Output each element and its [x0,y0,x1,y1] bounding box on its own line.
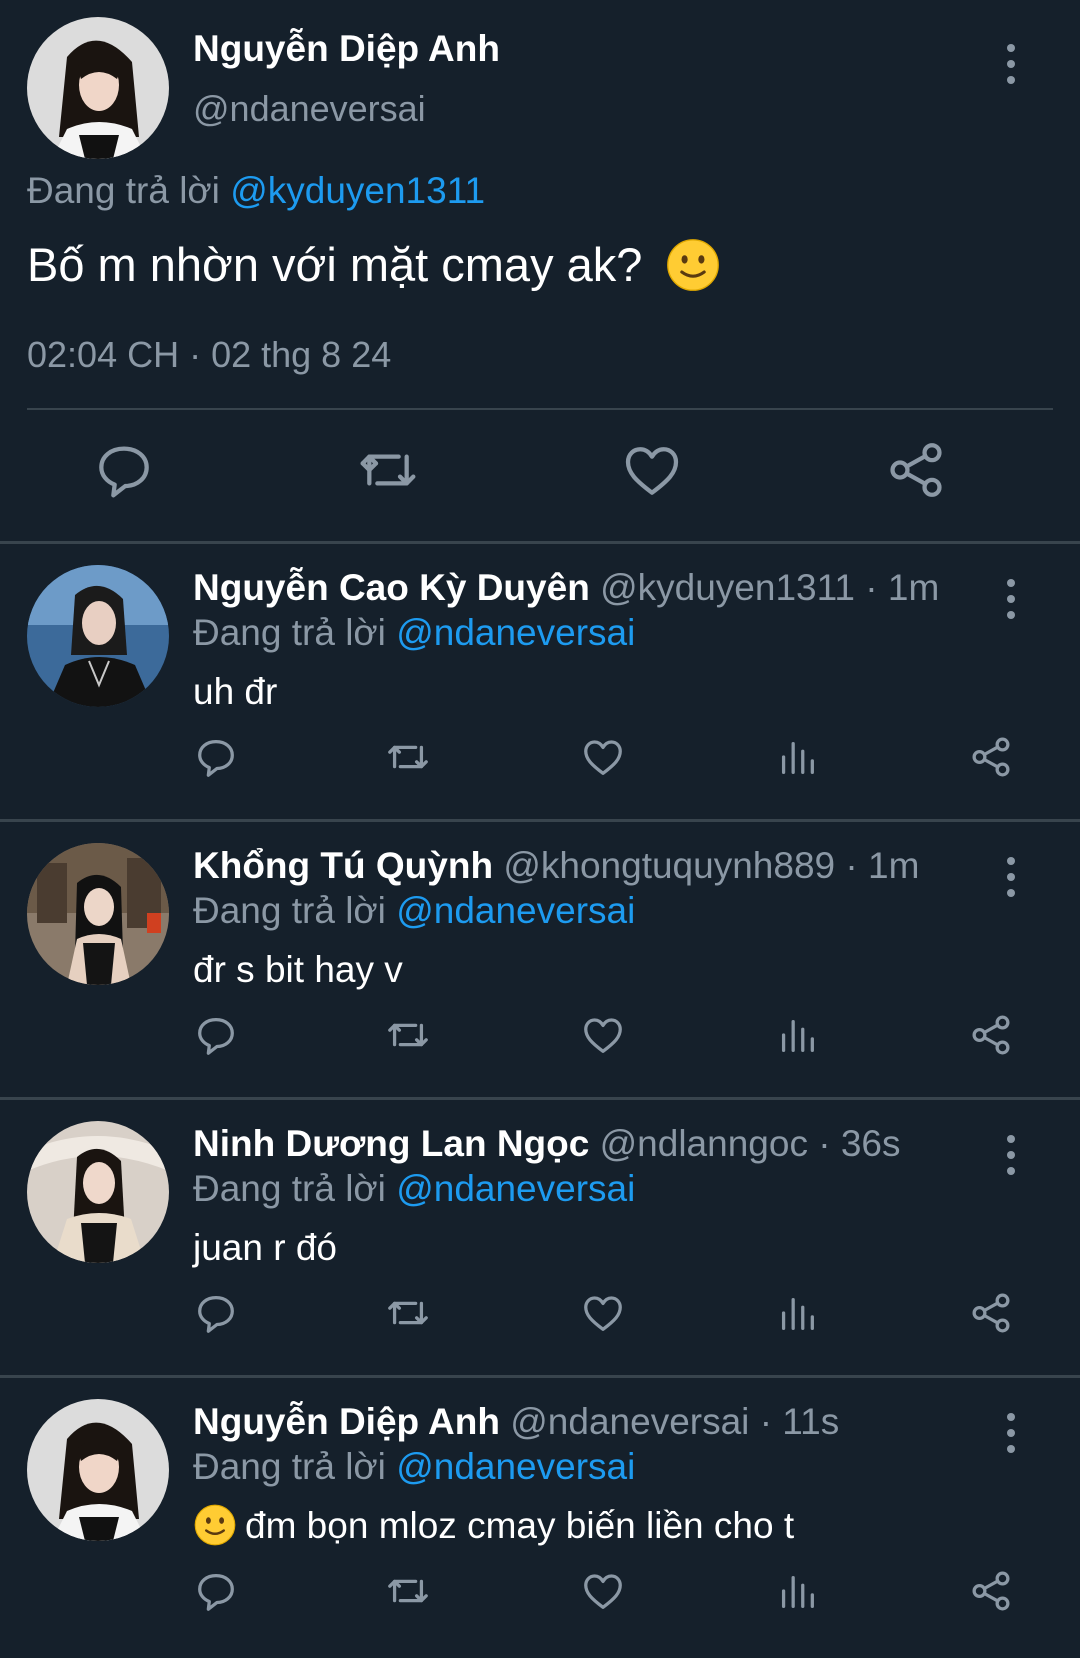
reply-icon[interactable] [193,1568,239,1614]
share-icon[interactable] [968,1012,1014,1058]
reply-actions [0,1290,1080,1350]
replying-to: Đang trả lời @ndaneversai [193,1446,635,1488]
reply-icon[interactable] [193,734,239,780]
author-name[interactable]: Khổng Tú Quỳnh [193,845,493,886]
reply-text: đm bọn mloz cmay biến liền cho t [193,1504,795,1547]
more-options-icon[interactable] [1005,1413,1017,1453]
replying-prefix: Đang trả lời [27,170,220,211]
author-handle[interactable]: @ndaneversai [510,1401,749,1442]
more-options-icon[interactable] [1005,44,1017,84]
reply-text: uh đr [193,671,278,712]
reply-text-content: đm bọn mloz cmay biến liền cho t [245,1505,795,1546]
retweet-icon[interactable] [356,438,420,502]
views-icon[interactable] [774,734,820,780]
views-icon[interactable] [774,1290,820,1336]
reply-time[interactable]: · 1m [865,567,939,608]
reply-actions [0,1568,1080,1628]
replying-prefix: Đang trả lời [193,1168,386,1209]
slightly-smiling-face-icon [194,1504,236,1546]
like-icon[interactable] [620,438,684,502]
slightly-smiling-face-icon [667,238,720,291]
reply-icon[interactable] [92,438,156,502]
views-icon[interactable] [774,1012,820,1058]
share-icon[interactable] [968,1290,1014,1336]
replying-to-mention[interactable]: @kyduyen1311 [230,170,485,211]
avatar[interactable] [27,1121,169,1263]
more-options-icon[interactable] [1005,857,1017,897]
replying-to-mention[interactable]: @ndaneversai [396,1168,635,1209]
reply-tweet[interactable]: Nguyễn Diệp Anh @ndaneversai · 11s Đang … [0,1378,1080,1653]
more-options-icon[interactable] [1005,579,1017,619]
reply-icon[interactable] [193,1290,239,1336]
divider [27,408,1053,410]
retweet-icon[interactable] [385,734,431,780]
replying-to: Đang trả lời @ndaneversai [193,890,635,932]
tweet-timestamp[interactable]: 02:04 CH · 02 thg 8 24 [27,334,391,376]
reply-header: Ninh Dương Lan Ngọc @ndlanngoc · 36s [193,1123,901,1165]
reply-time[interactable]: · 11s [760,1401,840,1442]
like-icon[interactable] [580,734,626,780]
author-handle[interactable]: @khongtuquynh889 [503,845,835,886]
replying-to: Đang trả lời @kyduyen1311 [27,170,485,212]
more-options-icon[interactable] [1005,1135,1017,1175]
author-handle[interactable]: @ndaneversai [193,88,426,130]
replying-prefix: Đang trả lời [193,890,386,931]
like-icon[interactable] [580,1568,626,1614]
share-icon[interactable] [884,438,948,502]
like-icon[interactable] [580,1012,626,1058]
tweet-text: Bố m nhờn với mặt cmay ak? [27,237,721,293]
reply-time[interactable]: · 1m [845,845,919,886]
reply-header: Nguyễn Cao Kỳ Duyên @kyduyen1311 · 1m [193,567,939,609]
reply-tweet[interactable]: Khổng Tú Quỳnh @khongtuquynh889 · 1m Đan… [0,822,1080,1097]
reply-tweet[interactable]: Ninh Dương Lan Ngọc @ndlanngoc · 36s Đan… [0,1100,1080,1375]
reply-text: đr s bit hay v [193,949,403,990]
author-name[interactable]: Nguyễn Diệp Anh [193,1401,500,1442]
avatar[interactable] [27,565,169,707]
reply-text: juan r đó [193,1227,337,1268]
reply-tweet[interactable]: Nguyễn Cao Kỳ Duyên @kyduyen1311 · 1m Đa… [0,544,1080,819]
replying-prefix: Đang trả lời [193,612,386,653]
avatar[interactable] [27,17,169,159]
views-icon[interactable] [774,1568,820,1614]
replying-to: Đang trả lời @ndaneversai [193,612,635,654]
reply-actions [0,734,1080,794]
retweet-icon[interactable] [385,1568,431,1614]
retweet-icon[interactable] [385,1290,431,1336]
replying-prefix: Đang trả lời [193,1446,386,1487]
reply-header: Nguyễn Diệp Anh @ndaneversai · 11s [193,1401,839,1443]
avatar[interactable] [27,1399,169,1541]
like-icon[interactable] [580,1290,626,1336]
replying-to: Đang trả lời @ndaneversai [193,1168,635,1210]
reply-actions [0,1012,1080,1072]
share-icon[interactable] [968,734,1014,780]
author-name[interactable]: Nguyễn Cao Kỳ Duyên [193,567,590,608]
reply-header: Khổng Tú Quỳnh @khongtuquynh889 · 1m [193,845,919,887]
replying-to-mention[interactable]: @ndaneversai [396,1446,635,1487]
main-tweet: Nguyễn Diệp Anh @ndaneversai Đang trả lờ… [0,0,1080,541]
replying-to-mention[interactable]: @ndaneversai [396,890,635,931]
author-name[interactable]: Nguyễn Diệp Anh [193,28,500,70]
author-handle[interactable]: @kyduyen1311 [600,567,855,608]
tweet-text-content: Bố m nhờn với mặt cmay ak? [27,238,643,291]
replying-to-mention[interactable]: @ndaneversai [396,612,635,653]
retweet-icon[interactable] [385,1012,431,1058]
author-name[interactable]: Ninh Dương Lan Ngọc [193,1123,589,1164]
share-icon[interactable] [968,1568,1014,1614]
reply-time[interactable]: · 36s [818,1123,900,1164]
reply-icon[interactable] [193,1012,239,1058]
tweet-actions [0,438,1080,508]
author-handle[interactable]: @ndlanngoc [600,1123,808,1164]
avatar[interactable] [27,843,169,985]
